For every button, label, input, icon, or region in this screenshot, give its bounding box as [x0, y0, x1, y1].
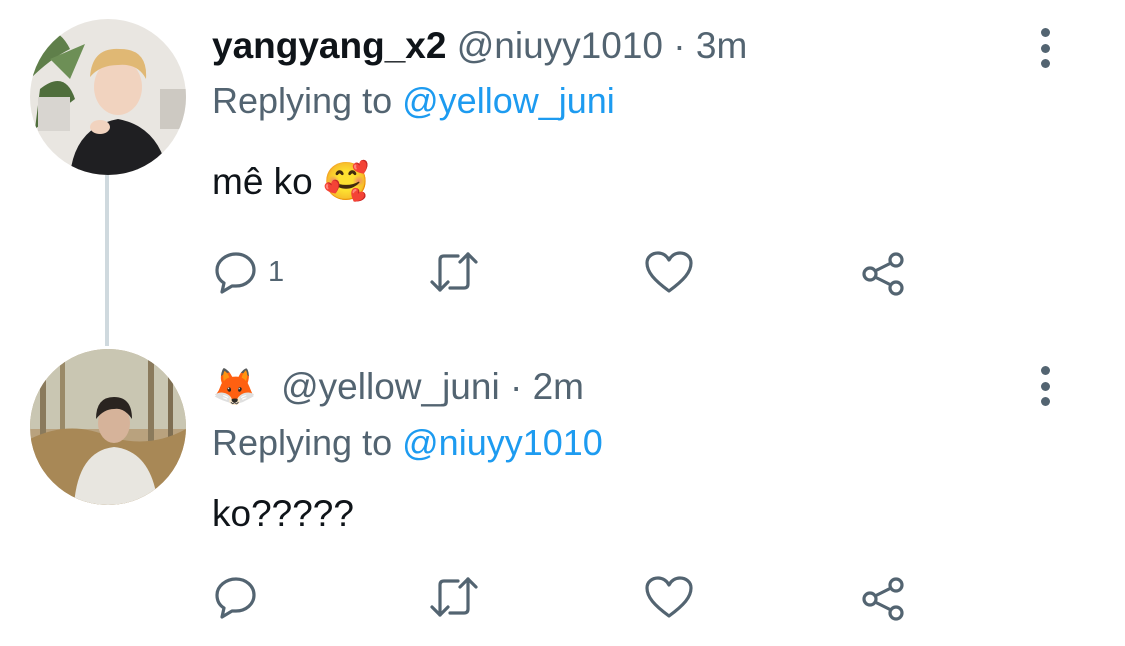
share-icon: [862, 252, 904, 296]
reply-button[interactable]: 1: [214, 250, 284, 294]
more-options-button[interactable]: [1030, 26, 1060, 70]
more-vertical-icon-dot: [1040, 59, 1050, 68]
retweet-button[interactable]: [426, 250, 482, 294]
reply-icon: [215, 252, 256, 294]
more-vertical-icon-dot: [1040, 381, 1050, 391]
more-options-button[interactable]: [1030, 364, 1060, 408]
tweet-header: yangyang_x2 @niuyy1010 · 3m: [212, 25, 747, 67]
like-button[interactable]: [644, 575, 694, 619]
tweet-text: ko?????: [212, 493, 354, 534]
replying-to-mention[interactable]: @niuyy1010: [402, 422, 603, 463]
replying-to-mention[interactable]: @yellow_juni: [402, 80, 615, 121]
more-vertical-icon-dot: [1040, 43, 1050, 53]
like-button[interactable]: [644, 250, 694, 294]
display-name[interactable]: yangyang_x2: [212, 25, 446, 66]
tweet-text: mê ko 🥰: [212, 161, 370, 202]
timestamp[interactable]: 3m: [696, 25, 747, 66]
more-vertical-icon: [1040, 366, 1050, 375]
retweet-icon: [430, 252, 478, 292]
share-button[interactable]: [859, 575, 907, 623]
share-icon: [862, 577, 904, 621]
tweet-header: 🦊 @yellow_juni · 2m: [212, 366, 584, 408]
thread-connector-line: [105, 174, 109, 346]
separator-dot: ·: [673, 25, 686, 66]
replying-to-line: Replying to @yellow_juni: [212, 80, 615, 122]
separator-dot: ·: [509, 366, 523, 407]
display-name[interactable]: 🦊: [212, 366, 257, 407]
replying-to-label: Replying to: [212, 80, 393, 121]
heart-icon: [645, 576, 693, 618]
heart-icon: [645, 251, 693, 293]
more-vertical-icon-dot: [1040, 397, 1050, 406]
avatar[interactable]: [30, 19, 186, 175]
reply-count: 1: [268, 255, 285, 288]
user-handle[interactable]: @yellow_juni: [281, 366, 500, 407]
retweet-icon: [430, 577, 478, 617]
replying-to-label: Replying to: [212, 422, 393, 463]
avatar[interactable]: [30, 349, 186, 505]
reply-icon: [215, 577, 256, 619]
tweet-actions: 1: [214, 250, 934, 298]
more-vertical-icon: [1040, 28, 1050, 37]
tweet-actions: [214, 575, 934, 623]
timestamp[interactable]: 2m: [533, 366, 584, 407]
share-button[interactable]: [859, 250, 907, 298]
reply-button[interactable]: [214, 575, 268, 619]
replying-to-line: Replying to @niuyy1010: [212, 422, 603, 464]
retweet-button[interactable]: [426, 575, 482, 619]
user-handle[interactable]: @niuyy1010: [457, 25, 663, 66]
